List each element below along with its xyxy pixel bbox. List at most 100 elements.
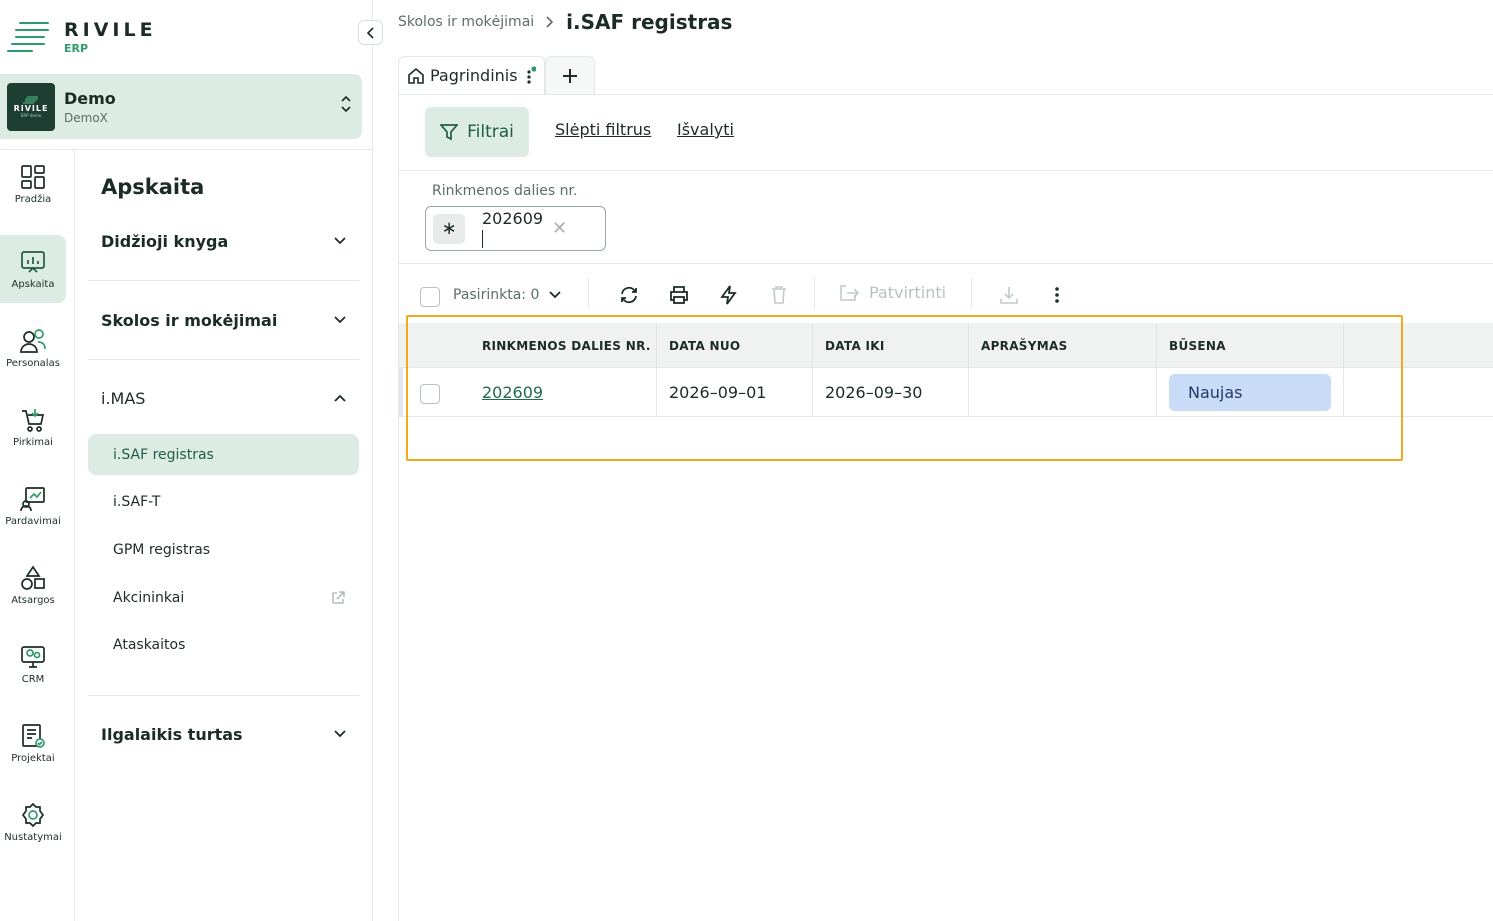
column-header-nr[interactable]: RINKMENOS DALIES NR.	[470, 323, 657, 368]
sidebar: RIVILE ERP RIVILE ERP demo Demo DemoX Pr…	[0, 0, 383, 921]
menu-group-didzioji-knyga[interactable]: Didžioji knyga	[88, 215, 359, 267]
filter-value-input[interactable]: 202609	[482, 209, 543, 228]
import-icon	[840, 284, 859, 301]
add-tab-button[interactable]	[544, 56, 595, 94]
module-rail: Pradžia Apskaita Personalas Pirkimai Par…	[0, 150, 75, 921]
rail-item-atsargos[interactable]: Atsargos	[0, 551, 66, 619]
chevron-up-down-icon	[341, 95, 351, 113]
breadcrumb: Skolos ir mokėjimai i.SAF registras	[398, 10, 732, 34]
app-logo[interactable]: RIVILE ERP	[6, 20, 157, 56]
tab-pagrindinis[interactable]: Pagrindinis	[398, 56, 545, 94]
rail-item-pradzia[interactable]: Pradžia	[0, 150, 66, 218]
shapes-icon	[21, 564, 45, 590]
column-header-data-iki[interactable]: DATA IKI	[813, 323, 969, 368]
selection-dropdown[interactable]: Pasirinkta: 0	[453, 287, 561, 303]
more-vertical-icon	[1055, 287, 1059, 303]
company-sub: DemoX	[64, 110, 108, 125]
menu-group-imas[interactable]: i.MAS	[88, 372, 359, 424]
logo-word: RIVILE	[64, 19, 157, 41]
menu-item-gpm-registras[interactable]: GPM registras	[88, 529, 359, 570]
trash-icon	[772, 286, 786, 304]
menu-item-ataskaitos[interactable]: Ataskaitos	[88, 624, 359, 665]
delete-button[interactable]	[767, 283, 791, 307]
logo-sub: ERP	[64, 42, 89, 55]
plus-icon	[562, 68, 577, 83]
filter-field-nr[interactable]: ∗ 202609 ✕	[425, 206, 606, 251]
clear-filters-link[interactable]: Išvalyti	[677, 120, 734, 139]
cell-data-iki: 2026–09–30	[813, 368, 969, 417]
tab-bar: Pagrindinis	[398, 56, 595, 94]
chevron-down-icon	[334, 316, 346, 324]
company-logo-mark-icon	[23, 96, 38, 103]
confirm-button[interactable]: Patvirtinti	[839, 283, 946, 302]
grid-toolbar: Pasirinkta: 0 Patvirtinti	[399, 271, 1493, 315]
column-header-aprasymas[interactable]: APRAŠYMAS	[969, 323, 1157, 368]
rail-item-personalas[interactable]: Personalas	[0, 314, 66, 382]
chart-board-icon	[21, 250, 45, 273]
menu-title: Apskaita	[101, 175, 205, 199]
download-button[interactable]	[997, 283, 1021, 307]
filter-icon	[440, 124, 459, 141]
company-switcher[interactable]: RIVILE ERP demo Demo DemoX	[0, 74, 362, 139]
home-icon	[408, 67, 424, 84]
filter-bar: Filtrai Slėpti filtrus Išvalyti	[399, 95, 1493, 171]
cell-aprasymas	[969, 368, 1157, 417]
chevron-down-icon	[549, 291, 561, 299]
actions-button[interactable]	[717, 283, 741, 307]
hide-filters-link[interactable]: Slėpti filtrus	[555, 120, 651, 139]
row-checkbox[interactable]	[420, 384, 440, 404]
content-panel: Filtrai Slėpti filtrus Išvalyti Rinkmeno…	[398, 94, 1493, 921]
printer-icon	[670, 286, 688, 304]
filters-button[interactable]: Filtrai	[425, 107, 529, 157]
column-header-busena[interactable]: BŪSENA	[1157, 323, 1344, 368]
sales-icon	[20, 486, 45, 511]
chevron-down-icon	[334, 237, 346, 245]
crm-icon	[21, 645, 45, 668]
gear-icon	[21, 802, 45, 827]
grid-header: RINKMENOS DALIES NR. DATA NUO DATA IKI A…	[399, 323, 1493, 368]
refresh-icon	[621, 286, 637, 304]
clear-field-icon[interactable]: ✕	[552, 218, 567, 239]
projects-icon	[22, 723, 45, 748]
menu-group-skolos[interactable]: Skolos ir mokėjimai	[88, 294, 359, 346]
table-row[interactable]: 202609 2026–09–01 2026–09–30 Naujas	[399, 368, 1493, 417]
cell-data-nuo: 2026–09–01	[657, 368, 813, 417]
main-content: Skolos ir mokėjimai i.SAF registras Pagr…	[373, 0, 1493, 921]
rail-item-crm[interactable]: CRM	[0, 630, 66, 698]
rail-item-nustatymai[interactable]: Nustatymai	[0, 788, 66, 856]
tab-menu-icon[interactable]	[526, 65, 537, 86]
company-name: Demo	[64, 88, 116, 108]
select-all-checkbox[interactable]	[420, 287, 440, 307]
rail-item-pardavimai[interactable]: Pardavimai	[0, 472, 66, 540]
chevron-down-icon	[334, 730, 346, 738]
page-title: i.SAF registras	[566, 10, 733, 34]
row-nr-link[interactable]: 202609	[482, 383, 543, 402]
rail-item-projektai[interactable]: Projektai	[0, 709, 66, 777]
logo-mark-icon	[6, 20, 52, 56]
status-badge: Naujas	[1169, 374, 1331, 411]
cart-icon	[22, 408, 45, 432]
menu-item-akcininkai[interactable]: Akcininkai	[88, 577, 359, 618]
menu-item-isaf-t[interactable]: i.SAF-T	[88, 481, 359, 522]
column-header-data-nuo[interactable]: DATA NUO	[657, 323, 813, 368]
more-options-button[interactable]	[1045, 283, 1069, 307]
filter-field-label: Rinkmenos dalies nr.	[432, 183, 578, 199]
company-logo: RIVILE ERP demo	[7, 82, 55, 131]
external-link-icon	[332, 590, 345, 604]
chevron-right-icon	[546, 16, 554, 28]
collapse-sidebar-button[interactable]	[358, 20, 383, 45]
refresh-button[interactable]	[617, 283, 641, 307]
download-icon	[1000, 287, 1018, 304]
lightning-icon	[720, 285, 737, 305]
rail-item-apskaita[interactable]: Apskaita	[0, 235, 66, 303]
people-icon	[20, 328, 46, 353]
menu-item-isaf-registras[interactable]: i.SAF registras	[88, 434, 359, 475]
menu-group-ilgalaikis-turtas[interactable]: Ilgalaikis turtas	[88, 708, 359, 760]
chevron-up-icon	[334, 394, 346, 402]
rail-item-pirkimai[interactable]: Pirkimai	[0, 393, 66, 461]
print-button[interactable]	[667, 283, 691, 307]
breadcrumb-parent[interactable]: Skolos ir mokėjimai	[398, 14, 534, 30]
filter-operator-button[interactable]: ∗	[433, 213, 465, 244]
dashboard-icon	[21, 164, 45, 189]
chevron-left-icon	[366, 26, 374, 39]
